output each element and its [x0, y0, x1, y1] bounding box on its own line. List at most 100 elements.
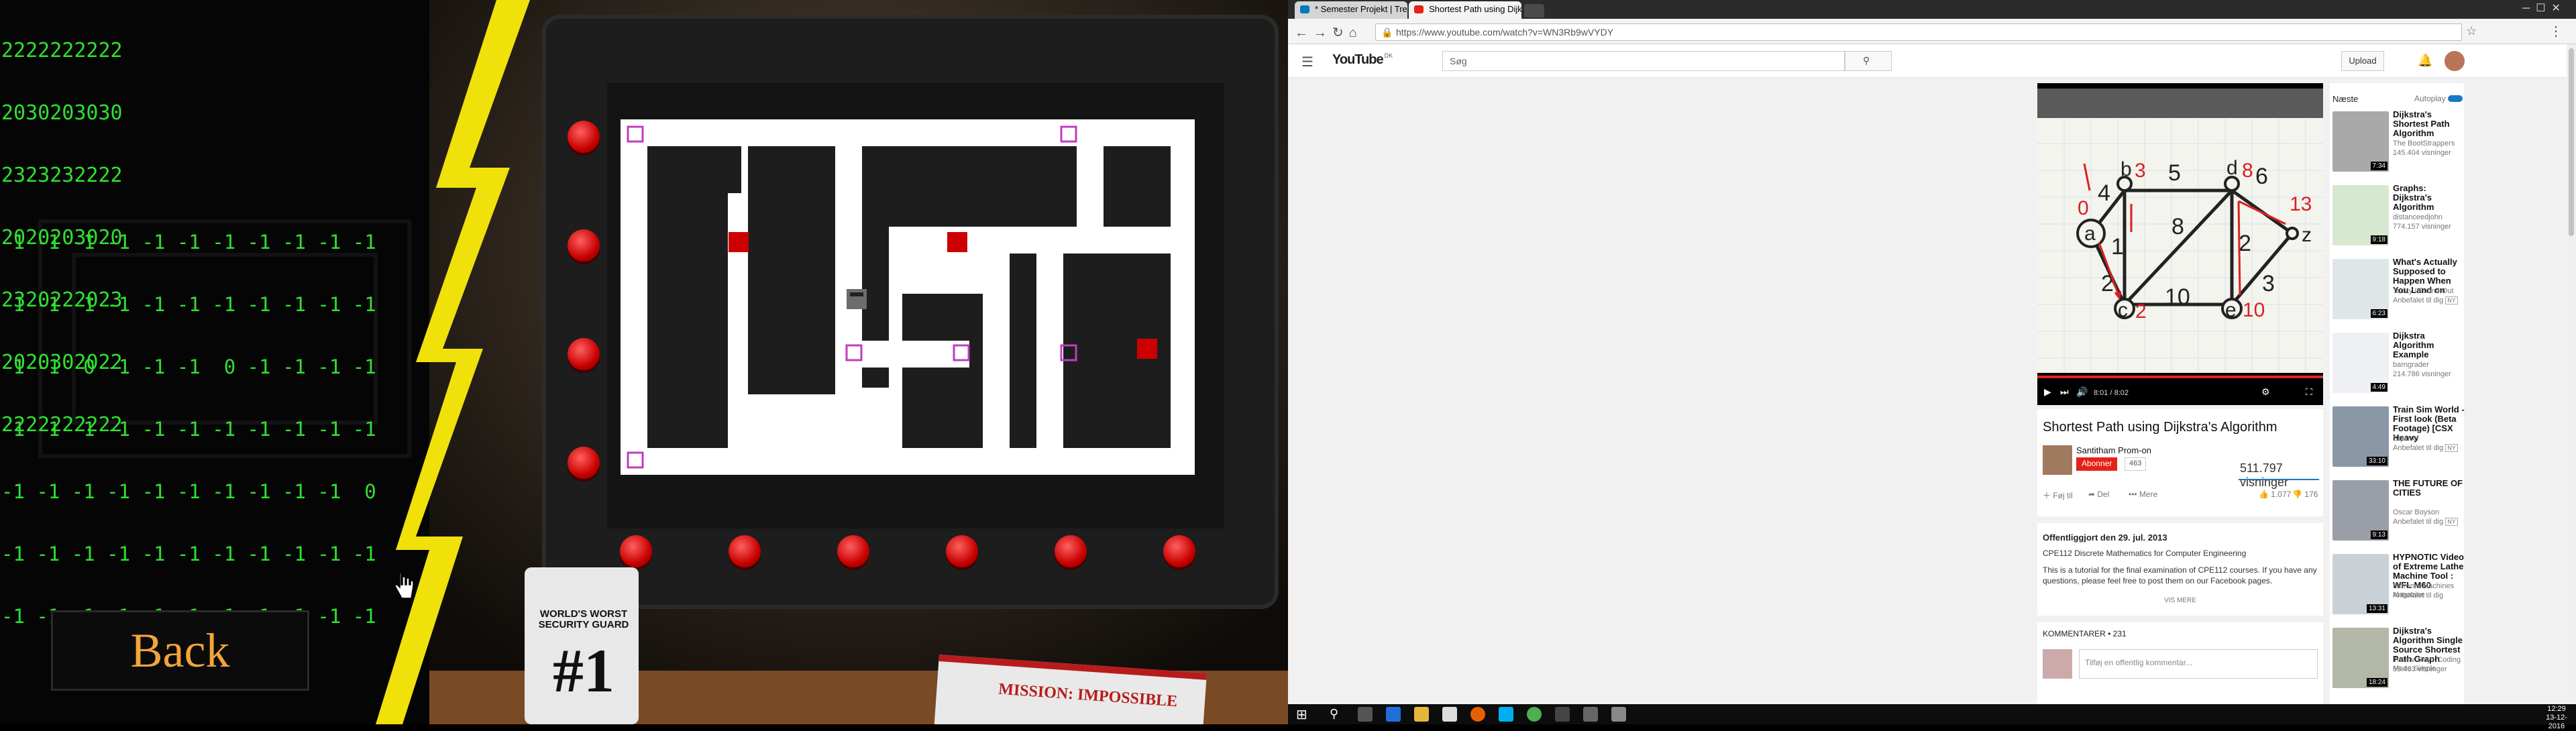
recommendation-item[interactable]: 33:10 Train Sim World - First look (Beta … [2332, 402, 2467, 475]
recommendation-item[interactable]: 13:31 HYPNOTIC Video of Extreme Lathe Mac… [2332, 550, 2467, 622]
subscribe-button[interactable]: Abonner [2076, 457, 2118, 471]
video-time: 8:01 / 8:02 [2094, 389, 2129, 397]
more-button[interactable]: ••• Mere [2129, 490, 2157, 499]
red-target [947, 232, 967, 252]
recommendation-channel: Oscar Boyson [2393, 508, 2440, 516]
lock-icon: 🔒 [1381, 27, 1393, 38]
duration-badge: 33:10 [2366, 457, 2387, 465]
hamburger-icon[interactable]: ☰ [1301, 54, 1313, 70]
avatar [2043, 649, 2072, 679]
door-button[interactable] [568, 447, 600, 479]
video-frame: 4 2 1 5 8 6 2 3 10 a b c d e z 0 3 2 8 1… [2037, 83, 2323, 405]
address-bar[interactable]: 🔒 https://www.youtube.com/watch?v=WN3Rb9… [1375, 23, 2462, 41]
node-distance: 10 [2243, 299, 2265, 321]
search-button[interactable]: ⚲ [1845, 51, 1892, 71]
autoplay-toggle[interactable] [2448, 95, 2463, 102]
recommendation-title[interactable]: Dijkstra Algorithm Example [2393, 331, 2465, 359]
avatar[interactable] [2445, 51, 2465, 71]
door-button[interactable] [620, 535, 652, 567]
menu-icon[interactable]: ⋮ [2549, 23, 2563, 40]
door-button[interactable] [837, 535, 869, 567]
firefox-icon[interactable] [1470, 707, 1485, 722]
channel-name[interactable]: Santitham Prom-on [2076, 445, 2151, 455]
task-view-icon[interactable] [1358, 707, 1373, 722]
recommendation-title[interactable]: THE FUTURE OF CITIES [2393, 479, 2465, 498]
app-icon[interactable] [1611, 707, 1626, 722]
upload-button[interactable]: Upload [2341, 51, 2384, 71]
recommendation-item[interactable]: 6:23 What's Actually Supposed to Happen W… [2332, 255, 2467, 327]
video-player[interactable]: 4 2 1 5 8 6 2 3 10 a b c d e z 0 3 2 8 1… [2037, 83, 2323, 405]
matrix-row: -1 -1 -1 -1 -1 -1 -1 -1 -1 -1 -1 [1, 418, 376, 441]
door-button[interactable] [568, 121, 600, 153]
meta-text: Anbefalet til dig [2393, 592, 2444, 600]
door-button[interactable] [568, 229, 600, 262]
video-info: Shortest Path using Dijkstra's Algorithm… [2037, 409, 2323, 516]
folder-icon[interactable] [1414, 707, 1429, 722]
fullscreen-icon[interactable]: ⛶ [2306, 386, 2312, 398]
show-more-button[interactable]: VIS MERE [2037, 597, 2323, 604]
duration-badge: 4:49 [2370, 383, 2387, 392]
youtube-icon [1414, 5, 1424, 13]
recommendation-channel: barngrader [2393, 361, 2429, 369]
door-button[interactable] [729, 535, 761, 567]
node-distance: 8 [2242, 160, 2253, 182]
skype-icon[interactable] [1499, 707, 1513, 722]
home-icon[interactable] [1442, 707, 1457, 722]
windows-start-icon[interactable]: ⊞ [1296, 706, 1307, 723]
chrome-icon[interactable] [1527, 707, 1542, 722]
search-icon: ⚲ [1863, 55, 1870, 66]
share-button[interactable]: ➦ Del [2088, 490, 2109, 499]
door-button[interactable] [946, 535, 978, 567]
door-button[interactable] [568, 338, 600, 370]
search-input[interactable]: Søg [1442, 51, 1845, 71]
star-icon[interactable]: ☆ [2466, 24, 2477, 38]
volume-icon[interactable]: 🔊 [2076, 386, 2088, 398]
add-to-button[interactable]: ＋ Føj til [2043, 490, 2073, 501]
recommendation-title[interactable]: Graphs: Dijkstra's Algorithm [2393, 184, 2465, 212]
recommendation-meta: 774.157 visninger [2393, 223, 2465, 231]
recommendation-item[interactable]: 9:13 THE FUTURE OF CITIES Oscar Boyson Anbe… [2332, 476, 2467, 549]
forward-icon[interactable]: → [1313, 25, 1332, 40]
dislike-button[interactable]: 👎 176 [2292, 490, 2318, 499]
duration-badge: 13:31 [2366, 604, 2387, 613]
maze-wall [647, 146, 741, 193]
play-icon[interactable]: ▶ [2044, 386, 2051, 398]
nav-buttons[interactable]: ←→↻⌂ [1295, 24, 1362, 41]
recommendation-item[interactable]: 4:49 Dijkstra Algorithm Example barngrader… [2332, 329, 2467, 401]
scrollbar-thumb[interactable] [2569, 48, 2574, 236]
app-icon[interactable] [1583, 707, 1598, 722]
recommendation-title[interactable]: Dijkstra's Shortest Path Algorithm [2393, 110, 2465, 138]
duration-badge: 7:34 [2370, 162, 2387, 170]
description-line: This is a tutorial for the final examina… [2043, 565, 2317, 585]
settings-icon[interactable]: ⚙ [2261, 386, 2270, 398]
bell-icon[interactable]: 🔔 [2418, 54, 2432, 68]
tab-youtube[interactable]: Shortest Path using Dijk [1409, 1, 1521, 19]
recommendation-item[interactable]: 9:18 Graphs: Dijkstra's Algorithm distance… [2332, 181, 2467, 254]
back-button[interactable]: Back [51, 610, 309, 691]
door-button[interactable] [1163, 535, 1195, 567]
recommendation-item[interactable]: 7:34 Dijkstra's Shortest Path Algorithm Th… [2332, 107, 2467, 180]
reload-icon[interactable]: ↻ [1332, 25, 1349, 40]
recommendation-meta: Anbefalet til dig NY [2393, 296, 2465, 305]
back-icon[interactable]: ← [1295, 25, 1313, 40]
search-icon[interactable]: ⚲ [1330, 707, 1338, 721]
comment-input[interactable]: Tilføj en offentlig kommentar... [2079, 649, 2318, 679]
edge-icon[interactable] [1386, 707, 1401, 722]
next-icon[interactable]: ⏭ [2060, 386, 2069, 398]
channel-avatar[interactable] [2043, 445, 2072, 475]
new-tab-button[interactable] [1524, 4, 1544, 17]
node-label: e [2225, 299, 2237, 321]
app-icon[interactable] [1555, 707, 1570, 722]
like-button[interactable]: 👍 1.077 [2259, 490, 2291, 499]
edge-weight: 5 [2168, 160, 2181, 186]
more-label: Mere [2139, 490, 2158, 499]
window-controls[interactable]: ─ ☐ ✕ [2522, 1, 2561, 15]
hand-cursor-icon [394, 572, 414, 599]
page-scrollbar[interactable] [2567, 44, 2576, 704]
recommendation-item[interactable]: 18:24 Dijkstra's Algorithm Single Source … [2332, 624, 2467, 696]
door-button[interactable] [1055, 535, 1087, 567]
home-icon[interactable]: ⌂ [1349, 25, 1362, 40]
matrix-bottom: -1 -1 -1 -1 -1 -1 -1 -1 -1 -1 -1 -1 -1 -… [1, 190, 376, 669]
youtube-logo[interactable]: YouTube DK [1332, 52, 1393, 68]
tab-trello[interactable]: * Semester Projekt | Trel [1295, 1, 1407, 19]
